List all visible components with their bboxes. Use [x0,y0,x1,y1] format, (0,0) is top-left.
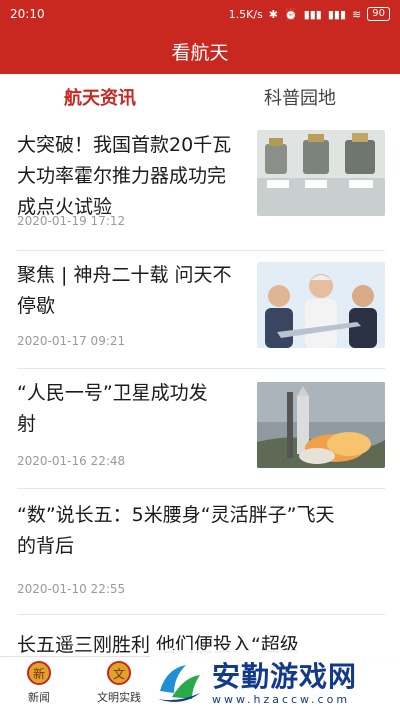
app-title: 看航天 [171,41,229,64]
scientists-photo-icon [257,262,385,348]
rocket-launch-photo-icon [257,382,385,468]
nav-label: 文明实践 [97,691,141,704]
article-date: 2020-01-16 22:48 [17,454,126,468]
practice-icon: 文 [107,661,131,685]
alarm-icon: ⏰ [284,7,298,21]
bluetooth-icon: ✱ [268,7,278,21]
battery-icon: 90 [367,7,390,21]
tab-bar: 航天资讯 科普园地 [0,74,400,120]
article-date: 2020-01-17 09:21 [17,334,126,348]
status-time: 20:10 [10,7,45,21]
watermark-url: www.hzaccw.com [212,692,351,706]
article-title: 聚焦 | 神舟二十载 问天不 停歇 [17,264,232,317]
watermark-logo-icon [158,665,200,702]
article-date: 2020-01-10 22:55 [17,582,126,596]
divider [17,488,385,489]
wifi-icon: ≋ [352,7,362,21]
nav-news[interactable]: 新 新闻 [4,661,74,705]
status-bar: 20:10 1.5K/s ✱ ⏰ ▮▮▮ ▮▮▮ ≋ 90 [0,0,400,28]
divider [17,368,385,369]
article-title: “人民一号”卫星成功发 射 [17,382,208,435]
thrusters-photo-icon [257,130,385,216]
article-title: “数”说长五：5米腰身“灵活胖子”飞天 的背后 [17,504,335,557]
news-icon: 新 [27,661,51,685]
article-date: 2020-01-19 17:12 [17,214,126,228]
tab-aerospace-news[interactable]: 航天资讯 [0,74,200,120]
status-icons: 1.5K/s ✱ ⏰ ▮▮▮ ▮▮▮ ≋ 90 [229,7,390,21]
watermark: 安勤游戏网 www.hzaccw.com [150,650,400,710]
signal-icon-2: ▮▮▮ [327,7,347,21]
article-item[interactable]: 聚焦 | 神舟二十载 问天不 停歇 2020-01-17 09:21 [0,250,400,369]
nav-civilization-practice[interactable]: 文 文明实践 [84,661,154,705]
article-item[interactable]: “数”说长五：5米腰身“灵活胖子”飞天 的背后 2020-01-10 22:55 [0,492,400,615]
network-speed: 1.5K/s [228,7,263,21]
article-item[interactable]: “人民一号”卫星成功发 射 2020-01-16 22:48 [0,370,400,489]
nav-label: 新闻 [28,691,50,704]
article-title: 大突破！我国首款20千瓦 大功率霍尔推力器成功完 成点火试验 [17,134,232,218]
divider [17,614,385,615]
watermark-text: 安勤游戏网 [212,659,358,693]
signal-icon: ▮▮▮ [303,7,322,21]
app-title-bar: 看航天 [0,28,400,74]
article-item[interactable]: 大突破！我国首款20千瓦 大功率霍尔推力器成功完 成点火试验 2020-01-1… [0,126,400,251]
tab-science-garden[interactable]: 科普园地 [200,74,400,120]
